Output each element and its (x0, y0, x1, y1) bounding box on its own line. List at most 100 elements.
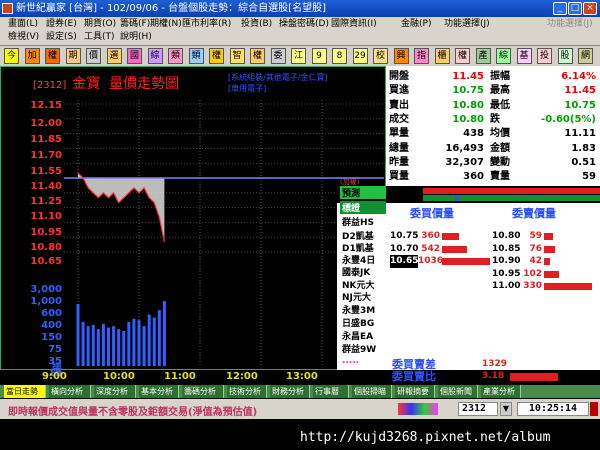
strategy-label[interactable]: 標證 (340, 201, 386, 214)
tab-2[interactable]: 深度分析 (94, 385, 136, 398)
bid-price[interactable]: 10.75 (390, 230, 418, 243)
tab-9[interactable]: 研報摘要 (395, 385, 435, 398)
alert-icon[interactable] (590, 402, 598, 416)
tab-3[interactable]: 基本分析 (139, 385, 179, 398)
ask-price[interactable]: 11.00 (492, 280, 520, 293)
menu-item-6[interactable]: 投資(B) (241, 18, 272, 31)
close-button[interactable]: × (583, 2, 597, 15)
tab-7[interactable]: 行事曆 (313, 385, 349, 398)
strategy-label[interactable]: 日盛BG (340, 316, 386, 329)
news-marquee[interactable]: 即時報價成交值與量不含零股及鉅額交易(淨值為預估值) (8, 403, 257, 418)
tab-1[interactable]: 橫向分析 (49, 385, 91, 398)
menu2-item-3[interactable]: 說明(H) (120, 31, 152, 44)
toolbar-btn-5[interactable]: 選 (106, 48, 122, 64)
toolbar-btn-14[interactable]: 江 (291, 48, 306, 64)
toolbar-btn-7[interactable]: 綜 (147, 48, 163, 64)
ask-volume[interactable]: 59 (520, 230, 542, 243)
menu-item-3[interactable]: 籌碼(F) (120, 18, 150, 31)
toolbar-btn-0[interactable]: 今 (4, 48, 19, 64)
quote-value: 32,307 (445, 156, 484, 168)
strategy-label[interactable]: 預測 (340, 186, 386, 199)
tab-6[interactable]: 財務分析 (270, 385, 310, 398)
ask-price[interactable]: 10.90 (492, 255, 520, 268)
ask-volume[interactable]: 42 (520, 255, 542, 268)
menu-item-11[interactable]: 功能選擇(J) (547, 18, 593, 31)
bid-volume[interactable]: 360 (418, 230, 440, 243)
menu2-item-1[interactable]: 設定(S) (46, 31, 77, 44)
menu-item-9[interactable]: 金融(P) (401, 18, 431, 31)
menu-item-2[interactable]: 期貨(O) (84, 18, 116, 31)
menu-item-4[interactable]: 期權(N) (150, 18, 182, 31)
menu-item-0[interactable]: 畫面(L) (8, 18, 38, 31)
ask-price[interactable]: 10.80 (492, 230, 520, 243)
volume-bar (117, 329, 121, 366)
toolbar-btn-10[interactable]: 權 (209, 48, 224, 64)
toolbar-btn-19[interactable]: 興 (393, 48, 409, 64)
toolbar-btn-2[interactable]: 權 (45, 48, 60, 64)
tab-11[interactable]: 產業分析 (481, 385, 521, 398)
menu-item-1[interactable]: 證券(E) (46, 18, 77, 31)
toolbar-btn-9[interactable]: 類 (188, 48, 204, 64)
toolbar-btn-13[interactable]: 委 (270, 48, 286, 64)
menu2-item-2[interactable]: 工具(T) (84, 31, 115, 44)
minimize-button[interactable]: _ (553, 2, 567, 15)
strategy-label[interactable]: 國泰JK (340, 265, 386, 278)
strategy-label[interactable]: NJ元大 (340, 290, 386, 303)
tab-0[interactable]: 當日走勢 (4, 385, 46, 398)
tab-10[interactable]: 個股新聞 (438, 385, 478, 398)
bid-price[interactable]: 10.70 (390, 243, 418, 256)
quote-value: 0.51 (571, 156, 596, 168)
toolbar-btn-22[interactable]: 權 (455, 48, 470, 64)
bid-volume[interactable]: 1036 (418, 255, 443, 268)
volume-bar (91, 324, 95, 366)
menu-item-10[interactable]: 功能選擇(J) (444, 18, 490, 31)
industry-tags[interactable]: [系統組裝/其他電子/金仁寶] [車用電子] (228, 72, 328, 94)
strategy-label[interactable]: 永豐3M (340, 303, 386, 316)
ask-volume[interactable]: 330 (520, 280, 542, 293)
ask-bar (544, 233, 553, 240)
toolbar-btn-8[interactable]: 類 (168, 48, 183, 64)
strategy-label[interactable]: 群益9W (340, 342, 386, 355)
strategy-label[interactable]: ..... (340, 356, 386, 366)
code-dropdown-icon[interactable]: ▼ (500, 402, 512, 416)
menu-item-8[interactable]: 國際資訊(I) (331, 18, 377, 31)
menu-item-5[interactable]: 匯市利率(R) (182, 18, 231, 31)
tag-2[interactable]: [車用電子] (228, 83, 328, 94)
toolbar-btn-11[interactable]: 智 (229, 48, 245, 64)
toolbar-btn-17[interactable]: 29 (352, 48, 368, 64)
stock-code-input[interactable]: 2312 (458, 402, 498, 416)
tab-4[interactable]: 籌碼分析 (182, 385, 224, 398)
toolbar-btn-3[interactable]: 期 (65, 48, 81, 64)
toolbar-btn-24[interactable]: 綜 (496, 48, 511, 64)
toolbar-btn-12[interactable]: 權 (250, 48, 265, 64)
toolbar-btn-1[interactable]: 加 (24, 48, 40, 64)
toolbar-btn-26[interactable]: 投 (537, 48, 552, 64)
toolbar-btn-18[interactable]: 校 (373, 48, 388, 64)
toolbar-btn-6[interactable]: 國 (127, 48, 142, 64)
volume-bar (157, 310, 161, 366)
maximize-button[interactable]: □ (568, 2, 582, 15)
bid-price[interactable]: 10.65 (390, 255, 419, 268)
toolbar-btn-27[interactable]: 股 (557, 48, 573, 64)
toolbar-btn-15[interactable]: 9 (311, 48, 327, 64)
ask-volume[interactable]: 76 (520, 243, 542, 256)
toolbar-btn-25[interactable]: 基 (516, 48, 532, 64)
ask-volume[interactable]: 102 (520, 268, 542, 281)
tab-8[interactable]: 個股掃瞄 (352, 385, 392, 398)
toolbar-btn-28[interactable]: 網 (578, 48, 593, 64)
bid-volume[interactable]: 542 (418, 243, 440, 256)
menu2-item-0[interactable]: 檢視(V) (8, 31, 39, 44)
title-bar[interactable]: 新世紀贏家 [台灣] - 102/09/06 - 台盤個股走勢：綜合自選股[名望… (0, 0, 600, 17)
toolbar-btn-23[interactable]: 產 (475, 48, 491, 64)
tab-5[interactable]: 技術分析 (227, 385, 267, 398)
ask-price[interactable]: 10.95 (492, 268, 520, 281)
toolbar-btn-20[interactable]: 指 (414, 48, 429, 64)
toolbar-btn-21[interactable]: 櫃 (434, 48, 450, 64)
strategy-label[interactable]: 群益HS (340, 215, 386, 228)
toolbar-btn-16[interactable]: 8 (332, 48, 347, 64)
ask-price[interactable]: 10.85 (492, 243, 520, 256)
menu-item-7[interactable]: 操盤密碼(D) (279, 18, 329, 31)
toolbar-btn-4[interactable]: 價 (86, 48, 101, 64)
strategy-label[interactable]: 永昌EA (340, 329, 386, 342)
tag-1[interactable]: [系統組裝/其他電子/金仁寶] (228, 72, 328, 83)
